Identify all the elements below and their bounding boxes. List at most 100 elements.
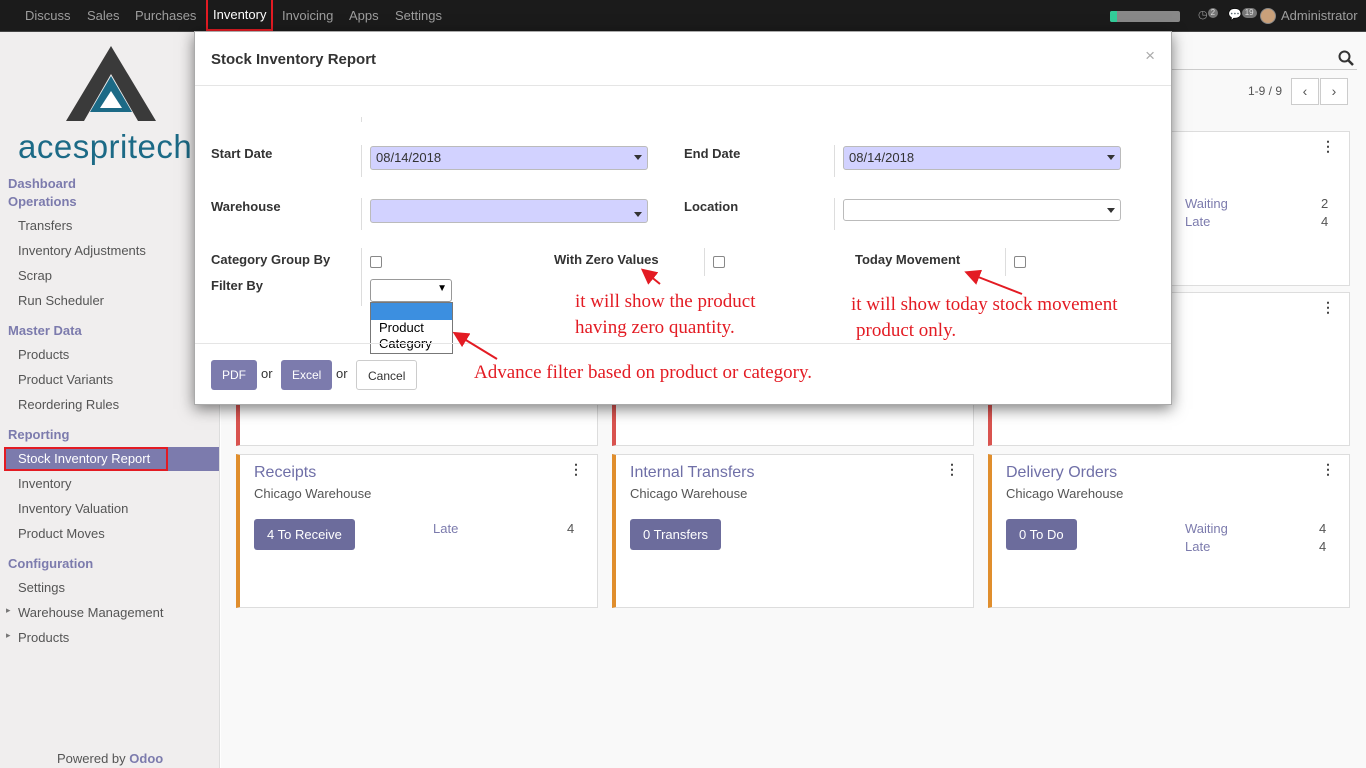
dropdown-option-empty[interactable]: [371, 303, 452, 320]
excel-button[interactable]: Excel: [281, 360, 333, 390]
pager-previous-button[interactable]: ‹: [1291, 78, 1319, 105]
avatar[interactable]: [1260, 8, 1276, 24]
sidebar-item-config-products[interactable]: Products: [6, 630, 69, 645]
messages-icon[interactable]: 💬 19: [1228, 8, 1257, 21]
divider: [361, 117, 362, 122]
menu-invoicing[interactable]: Invoicing: [282, 0, 333, 31]
menu-sales[interactable]: Sales: [87, 0, 120, 31]
divider: [361, 248, 362, 276]
annotation-today-movement-line2: product only.: [856, 320, 957, 341]
sidebar-item-inventory-report[interactable]: Inventory: [18, 476, 71, 491]
onboarding-progress-bar[interactable]: [1110, 11, 1180, 22]
kanban-card-internal-transfers[interactable]: Internal Transfers Chicago Warehouse 0 T…: [612, 454, 974, 608]
divider: [834, 198, 835, 230]
user-menu[interactable]: Administrator: [1281, 8, 1358, 23]
search-icon[interactable]: [1338, 50, 1354, 66]
card-stat-label[interactable]: Late: [1185, 214, 1210, 229]
card-stat-value: 2: [1321, 196, 1329, 211]
sidebar-item-run-scheduler[interactable]: Run Scheduler: [18, 293, 104, 308]
filter-by-select[interactable]: ▼: [370, 279, 452, 302]
chevron-down-icon: ▼: [437, 283, 447, 294]
card-title[interactable]: Internal Transfers: [630, 464, 755, 482]
card-menu-icon[interactable]: ⋮: [569, 461, 583, 478]
or-text: or: [336, 366, 348, 381]
annotation-zero-values-line2: having zero quantity.: [575, 317, 735, 338]
sidebar-item-settings[interactable]: Settings: [18, 580, 65, 595]
sidebar-item-product-variants[interactable]: Product Variants: [18, 372, 113, 387]
logo-mark-icon: [66, 46, 156, 121]
search-input[interactable]: [1172, 44, 1357, 70]
card-title[interactable]: Receipts: [254, 464, 316, 482]
logo-text: acespritech: [18, 128, 193, 165]
card-menu-icon[interactable]: ⋮: [1321, 299, 1335, 316]
close-icon[interactable]: ×: [1145, 46, 1155, 66]
pager-next-button[interactable]: ›: [1320, 78, 1348, 105]
card-subtitle: Chicago Warehouse: [630, 486, 748, 501]
activity-icon[interactable]: ◷ 2: [1198, 8, 1219, 21]
menu-discuss[interactable]: Discuss: [25, 0, 71, 31]
or-text: or: [261, 366, 273, 381]
card-subtitle: Chicago Warehouse: [254, 486, 372, 501]
end-date-input[interactable]: 08/14/2018: [843, 146, 1121, 170]
odoo-link[interactable]: Odoo: [129, 751, 163, 766]
card-menu-icon[interactable]: ⋮: [1321, 138, 1335, 155]
sidebar-item-product-moves[interactable]: Product Moves: [18, 526, 105, 541]
card-stat-label[interactable]: Waiting: [1185, 196, 1228, 211]
location-select[interactable]: [843, 199, 1121, 221]
menu-inventory[interactable]: Inventory: [206, 0, 274, 31]
divider: [834, 145, 835, 177]
card-title[interactable]: Delivery Orders: [1006, 464, 1117, 482]
top-navbar: Discuss Sales Purchases Inventory Invoic…: [0, 0, 1366, 32]
sidebar-item-transfers[interactable]: Transfers: [18, 218, 72, 233]
start-date-label: Start Date: [211, 146, 273, 161]
card-stat-value: 4: [1321, 214, 1329, 229]
card-stat-label[interactable]: Late: [433, 521, 458, 536]
to-receive-button[interactable]: 4 To Receive: [254, 519, 355, 550]
sidebar-item-products[interactable]: Products: [18, 347, 69, 362]
card-menu-icon[interactable]: ⋮: [1321, 461, 1335, 478]
section-reporting: Reporting: [8, 427, 70, 442]
start-date-input[interactable]: 08/14/2018: [370, 146, 648, 170]
card-stat-value: 4: [1319, 539, 1327, 554]
kanban-card-receipts[interactable]: Receipts Chicago Warehouse 4 To Receive …: [236, 454, 598, 608]
warehouse-select[interactable]: [370, 199, 648, 223]
chevron-down-icon: [634, 212, 642, 217]
card-subtitle: Chicago Warehouse: [1006, 486, 1124, 501]
with-zero-values-checkbox[interactable]: [713, 256, 725, 268]
warehouse-label: Warehouse: [211, 199, 281, 214]
end-date-value: 08/14/2018: [849, 150, 915, 165]
transfers-button[interactable]: 0 Transfers: [630, 519, 722, 550]
pager-value: 1-9 / 9: [1248, 84, 1283, 98]
dialog-title: Stock Inventory Report: [211, 51, 377, 68]
sidebar-item-warehouse-management[interactable]: Warehouse Management: [6, 605, 163, 620]
to-do-button[interactable]: 0 To Do: [1006, 519, 1077, 550]
menu-apps[interactable]: Apps: [349, 0, 379, 31]
card-stat-label[interactable]: Late: [1185, 539, 1210, 554]
sidebar-item-inventory-adjustments[interactable]: Inventory Adjustments: [18, 243, 146, 258]
kanban-card-delivery-orders[interactable]: Delivery Orders Chicago Warehouse 0 To D…: [988, 454, 1350, 608]
today-movement-checkbox[interactable]: [1014, 256, 1026, 268]
divider: [361, 276, 362, 306]
sidebar-item-scrap[interactable]: Scrap: [18, 268, 52, 283]
section-configuration: Configuration: [8, 556, 94, 571]
dropdown-option-product[interactable]: Product: [371, 320, 452, 336]
sidebar: acespritech Dashboard Operations Transfe…: [0, 32, 220, 768]
filter-by-label: Filter By: [211, 278, 264, 293]
cancel-button[interactable]: Cancel: [356, 360, 418, 390]
today-movement-label: Today Movement: [855, 252, 961, 267]
divider: [1005, 248, 1006, 276]
divider: [361, 198, 362, 230]
sidebar-item-inventory-valuation[interactable]: Inventory Valuation: [18, 501, 128, 516]
divider: [361, 145, 362, 177]
menu-purchases[interactable]: Purchases: [135, 0, 196, 31]
menu-settings[interactable]: Settings: [395, 0, 442, 31]
category-group-by-label: Category Group By: [211, 252, 331, 267]
category-group-by-checkbox[interactable]: [370, 256, 382, 268]
sidebar-item-reordering-rules[interactable]: Reordering Rules: [18, 397, 119, 412]
location-label: Location: [684, 199, 739, 214]
card-menu-icon[interactable]: ⋮: [945, 461, 959, 478]
card-stat-label[interactable]: Waiting: [1185, 521, 1228, 536]
pdf-button[interactable]: PDF: [211, 360, 257, 390]
section-dashboard[interactable]: Dashboard: [8, 176, 76, 191]
progress-fill: [1110, 11, 1117, 22]
